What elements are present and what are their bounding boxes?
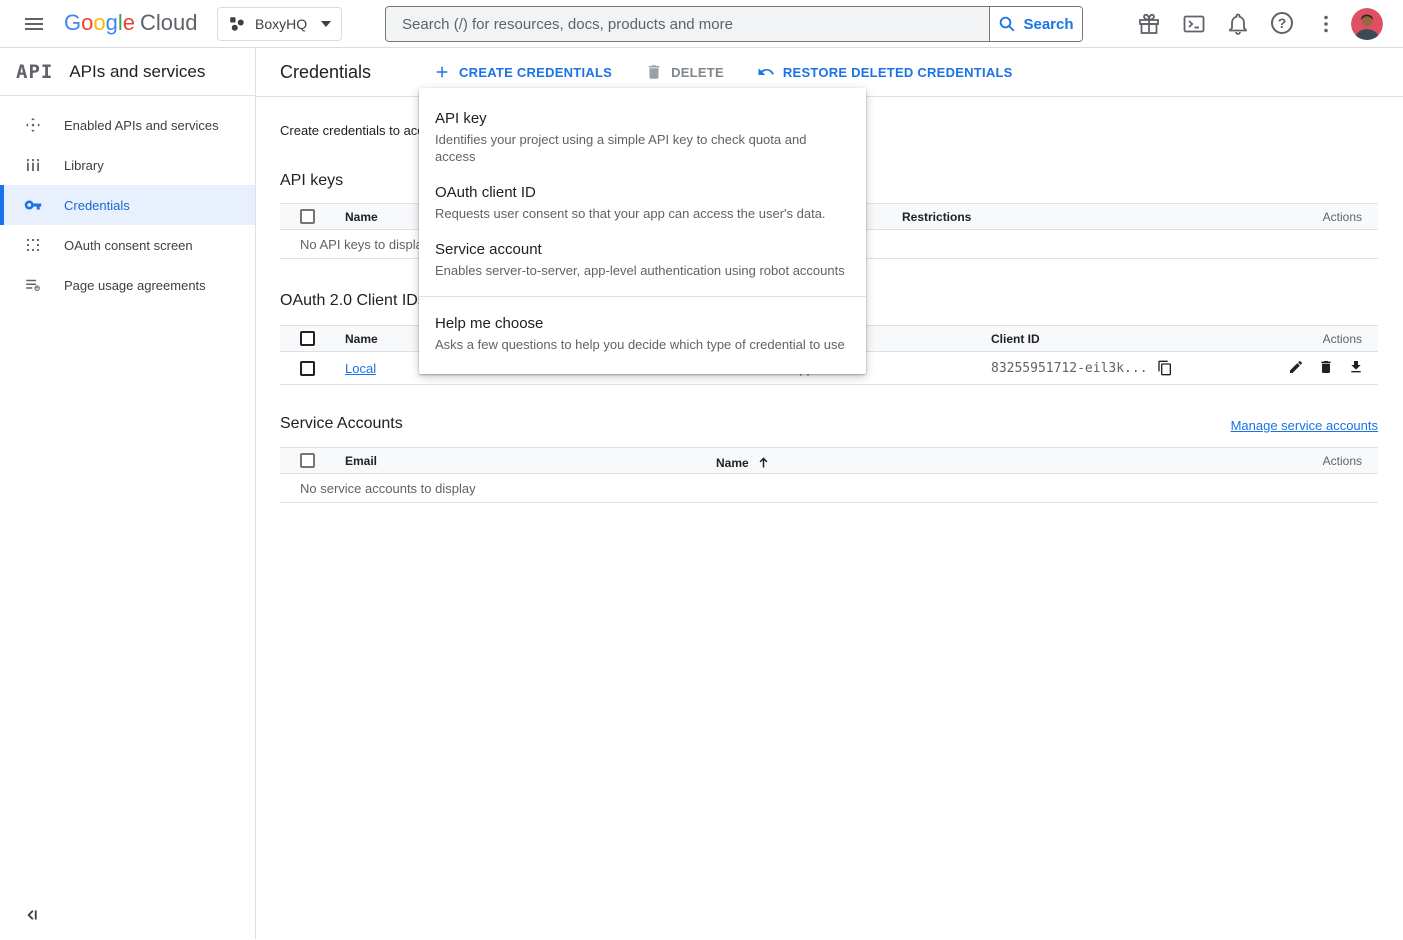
menu-item-oauth-client-id[interactable]: OAuth client ID Requests user consent so…: [419, 174, 866, 231]
sidebar-item-oauth-consent[interactable]: OAuth consent screen: [0, 225, 255, 265]
restore-label: RESTORE DELETED CREDENTIALS: [783, 65, 1013, 80]
column-header-client-id[interactable]: Client ID: [991, 332, 1288, 346]
sidebar-item-enabled-apis[interactable]: Enabled APIs and services: [0, 105, 255, 145]
gift-icon[interactable]: [1137, 12, 1161, 36]
create-credentials-label: CREATE CREDENTIALS: [459, 65, 612, 80]
menu-item-title: API key: [435, 109, 850, 129]
more-options-icon[interactable]: [1314, 12, 1338, 36]
sidebar-item-label: Page usage agreements: [64, 278, 206, 293]
google-cloud-logo[interactable]: G o o g l e Cloud: [64, 10, 198, 36]
notifications-bell-icon[interactable]: [1226, 12, 1250, 36]
sidebar-item-label: Credentials: [64, 198, 130, 213]
help-icon[interactable]: ?: [1271, 12, 1293, 34]
client-name-link[interactable]: Local: [345, 361, 376, 376]
select-all-checkbox[interactable]: [300, 209, 315, 224]
oauth-consent-icon: [24, 236, 42, 254]
service-accounts-table: Email Name Actions No service accounts t…: [280, 447, 1378, 503]
service-accounts-empty-row: No service accounts to display: [280, 474, 1378, 503]
delete-label: DELETE: [671, 65, 724, 80]
menu-item-title: Service account: [435, 240, 850, 260]
copy-icon[interactable]: [1157, 360, 1173, 376]
logo-letter: G: [64, 10, 81, 36]
search-button-label: Search: [1023, 16, 1073, 33]
undo-arrow-icon: [757, 63, 775, 81]
search-bar: Search: [385, 6, 1083, 42]
enabled-apis-icon: [24, 116, 42, 134]
logo-letter: o: [93, 10, 105, 36]
client-id-value: 83255951712-eil3k...: [991, 361, 1148, 376]
column-header-actions: Actions: [1288, 210, 1378, 224]
column-header-email[interactable]: Email: [345, 454, 716, 468]
logo-cloud-text: Cloud: [140, 10, 197, 36]
menu-item-service-account[interactable]: Service account Enables server-to-server…: [419, 231, 866, 288]
create-credentials-button[interactable]: CREATE CREDENTIALS: [433, 63, 612, 81]
select-all-checkbox[interactable]: [300, 331, 315, 346]
sidebar-nav: Enabled APIs and services Library Creden…: [0, 96, 255, 305]
manage-service-accounts-link[interactable]: Manage service accounts: [1231, 418, 1378, 433]
project-icon: [228, 15, 246, 33]
menu-item-description: Enables server-to-server, app-level auth…: [435, 262, 850, 279]
menu-item-description: Identifies your project using a simple A…: [435, 131, 850, 165]
create-credentials-menu: API key Identifies your project using a …: [419, 88, 866, 374]
column-header-restrictions[interactable]: Restrictions: [902, 210, 1288, 224]
service-accounts-title: Service Accounts: [280, 415, 403, 433]
sidebar: API APIs and services Enabled APIs and s…: [0, 48, 256, 939]
logo-letter: e: [123, 10, 135, 36]
menu-item-title: OAuth client ID: [435, 183, 850, 203]
sidebar-item-library[interactable]: Library: [0, 145, 255, 185]
help-glyph: ?: [1278, 15, 1287, 31]
collapse-sidebar-icon[interactable]: [22, 905, 42, 925]
user-avatar[interactable]: [1351, 8, 1383, 40]
sidebar-item-label: Library: [64, 158, 104, 173]
download-icon[interactable]: [1348, 359, 1364, 377]
column-header-name[interactable]: Name: [716, 452, 1288, 470]
search-input[interactable]: [386, 7, 989, 41]
delete-trash-icon[interactable]: [1318, 359, 1334, 377]
menu-item-title: Help me choose: [435, 314, 850, 334]
menu-item-api-key[interactable]: API key Identifies your project using a …: [419, 100, 866, 174]
menu-item-description: Asks a few questions to help you decide …: [435, 336, 850, 353]
caret-down-icon: [321, 21, 331, 27]
menu-item-description: Requests user consent so that your app c…: [435, 205, 850, 222]
sidebar-item-page-usage[interactable]: Page usage agreements: [0, 265, 255, 305]
sidebar-title: APIs and services: [69, 62, 205, 82]
column-header-actions: Actions: [1288, 332, 1378, 346]
search-button[interactable]: Search: [989, 7, 1082, 41]
apis-product-logo: API: [16, 61, 53, 83]
project-selector[interactable]: BoxyHQ: [217, 7, 342, 41]
logo-letter: o: [81, 10, 93, 36]
sidebar-header: API APIs and services: [0, 48, 255, 96]
project-name: BoxyHQ: [255, 16, 312, 32]
search-icon: [998, 15, 1016, 33]
key-icon: [24, 196, 42, 214]
hamburger-menu-icon[interactable]: [22, 12, 46, 36]
sidebar-item-credentials[interactable]: Credentials: [0, 185, 255, 225]
menu-item-help-me-choose[interactable]: Help me choose Asks a few questions to h…: [419, 305, 866, 362]
column-header-actions: Actions: [1288, 454, 1378, 468]
top-app-bar: G o o g l e Cloud BoxyHQ Search ?: [0, 0, 1403, 48]
trash-icon: [645, 63, 663, 81]
page-usage-agreements-icon: [24, 276, 42, 294]
logo-letter: g: [106, 10, 118, 36]
sort-ascending-icon: [756, 455, 771, 470]
name-label: Name: [716, 456, 749, 470]
select-all-checkbox[interactable]: [300, 453, 315, 468]
delete-button[interactable]: DELETE: [645, 63, 724, 81]
restore-deleted-credentials-button[interactable]: RESTORE DELETED CREDENTIALS: [757, 63, 1013, 81]
sidebar-item-label: Enabled APIs and services: [64, 118, 219, 133]
row-checkbox[interactable]: [300, 361, 315, 376]
sidebar-item-label: OAuth consent screen: [64, 238, 193, 253]
plus-icon: [433, 63, 451, 81]
cloud-shell-icon[interactable]: [1182, 12, 1206, 36]
page-title: Credentials: [280, 62, 371, 83]
edit-pencil-icon[interactable]: [1288, 359, 1304, 377]
library-icon: [24, 156, 42, 174]
menu-divider: [419, 296, 866, 297]
service-accounts-header-row: Service Accounts Manage service accounts: [280, 415, 1378, 433]
service-accounts-table-header: Email Name Actions: [280, 447, 1378, 474]
toolbar: CREATE CREDENTIALS DELETE RESTORE DELETE…: [433, 63, 1013, 81]
